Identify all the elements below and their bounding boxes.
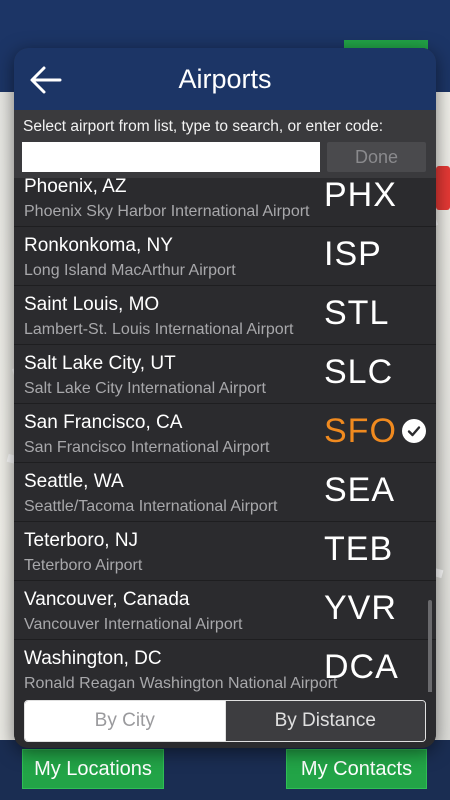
airport-city: San Francisco, CA <box>24 412 183 433</box>
airport-name: San Francisco International Airport <box>24 439 270 456</box>
search-area: Select airport from list, type to search… <box>14 110 436 178</box>
airport-row-stl[interactable]: Saint Louis, MO Lambert-St. Louis Interna… <box>14 286 436 345</box>
airport-city: Washington, DC <box>24 648 162 669</box>
sort-segmented-control: By City By Distance <box>24 700 426 742</box>
airport-city: Seattle, WA <box>24 471 124 492</box>
search-input[interactable] <box>22 142 320 172</box>
airport-city: Salt Lake City, UT <box>24 353 176 374</box>
sort-segment-bar: By City By Distance <box>14 692 436 748</box>
airport-name: Teterboro Airport <box>24 557 143 574</box>
airport-name: Vancouver International Airport <box>24 616 243 633</box>
my-contacts-button[interactable]: My Contacts <box>286 749 427 789</box>
airport-row-slc[interactable]: Salt Lake City, UT Salt Lake City Interna… <box>14 345 436 404</box>
airport-row-teb[interactable]: Teterboro, NJ Teterboro Airport TEB <box>14 522 436 581</box>
done-button[interactable]: Done <box>327 142 426 172</box>
checkmark-icon <box>402 419 426 443</box>
airport-row-isp[interactable]: Ronkonkoma, NY Long Island MacArthur Airp… <box>14 227 436 286</box>
modal-header: Airports <box>14 48 436 110</box>
airport-code: SFO <box>324 412 397 450</box>
airport-name: Salt Lake City International Airport <box>24 380 266 397</box>
airport-name: Long Island MacArthur Airport <box>24 262 236 279</box>
search-hint: Select airport from list, type to search… <box>23 118 384 135</box>
airport-row-dca[interactable]: Washington, DC Ronald Reagan Washington N… <box>14 640 436 692</box>
airports-modal: Airports Select airport from list, type … <box>14 48 436 748</box>
airport-code: DCA <box>324 648 399 686</box>
airport-code: PHX <box>324 178 397 214</box>
airport-city: Phoenix, AZ <box>24 178 127 197</box>
page-title: Airports <box>178 64 272 94</box>
by-city-button[interactable]: By City <box>25 701 225 741</box>
airport-city: Vancouver, Canada <box>24 589 190 610</box>
airport-row-phx[interactable]: Phoenix, AZ Phoenix Sky Harbor Internatio… <box>14 178 436 227</box>
airport-code: SEA <box>324 471 396 509</box>
airport-row-sea[interactable]: Seattle, WA Seattle/Tacoma International … <box>14 463 436 522</box>
airport-code: ISP <box>324 235 382 273</box>
airport-name: Lambert-St. Louis International Airport <box>24 321 294 338</box>
airport-list[interactable]: Phoenix, AZ Phoenix Sky Harbor Internatio… <box>14 178 436 692</box>
airport-name: Seattle/Tacoma International Airport <box>24 498 278 515</box>
airport-code: STL <box>324 294 390 332</box>
airport-city: Saint Louis, MO <box>24 294 160 315</box>
airport-city: Teterboro, NJ <box>24 530 139 551</box>
airport-name: Phoenix Sky Harbor International Airport <box>24 203 310 220</box>
airport-row-sfo[interactable]: San Francisco, CA San Francisco Internati… <box>14 404 436 463</box>
map-marker <box>436 166 450 210</box>
airport-row-yvr[interactable]: Vancouver, Canada Vancouver International… <box>14 581 436 640</box>
airport-name: Ronald Reagan Washington National Airpor… <box>24 675 338 692</box>
airport-code: SLC <box>324 353 394 391</box>
by-distance-button[interactable]: By Distance <box>224 701 425 741</box>
my-locations-button[interactable]: My Locations <box>22 749 164 789</box>
airport-code: YVR <box>324 589 397 627</box>
scrollbar[interactable] <box>428 600 432 696</box>
airport-code: TEB <box>324 530 394 568</box>
airport-city: Ronkonkoma, NY <box>24 235 173 256</box>
